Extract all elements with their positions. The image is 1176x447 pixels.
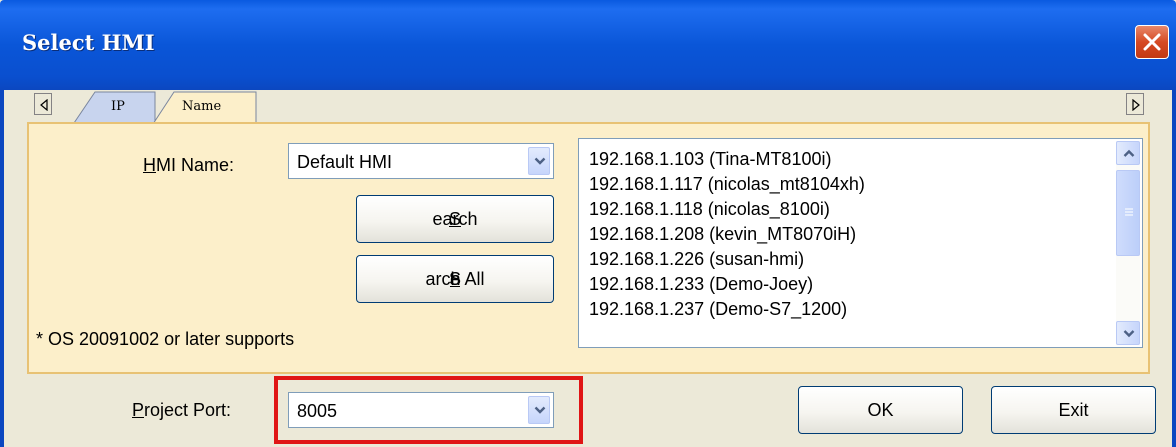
close-button[interactable]: [1135, 25, 1169, 59]
hmi-name-value: Default HMI: [297, 152, 393, 172]
scroll-up-button[interactable]: [1116, 141, 1140, 165]
hmi-listbox[interactable]: 192.168.1.103 (Tina-MT8100i) 192.168.1.11…: [578, 138, 1143, 348]
tab-scroll-right-button[interactable]: [1126, 93, 1144, 115]
project-port-highlight-box: [274, 376, 583, 444]
vertical-scrollbar[interactable]: [1116, 141, 1140, 345]
tab-name[interactable]: Name: [152, 90, 258, 124]
search-button[interactable]: Search: [356, 195, 554, 243]
tab-name-label: Name: [182, 99, 222, 114]
chevron-down-icon: [1123, 330, 1135, 338]
window-frame-right: [1172, 90, 1176, 447]
window-title: Select HMI: [22, 30, 155, 55]
list-item[interactable]: 192.168.1.118 (nicolas_8100i): [589, 197, 865, 222]
chevron-down-icon: [534, 157, 546, 165]
triangle-left-icon: [40, 99, 48, 111]
exit-button[interactable]: Exit: [991, 386, 1156, 434]
list-item[interactable]: 192.168.1.233 (Demo-Joey): [589, 272, 865, 297]
list-item[interactable]: 192.168.1.208 (kevin_MT8070iH): [589, 222, 865, 247]
scroll-down-button[interactable]: [1116, 321, 1140, 345]
tab-ip[interactable]: IP: [73, 90, 163, 123]
os-support-note: * OS 20091002 or later supports: [36, 329, 295, 349]
scroll-thumb[interactable]: [1116, 170, 1140, 256]
list-item[interactable]: 192.168.1.237 (Demo-S7_1200): [589, 297, 865, 322]
list-item[interactable]: 192.168.1.226 (susan-hmi): [589, 247, 865, 272]
search-all-button[interactable]: Se arch All: [356, 255, 554, 303]
hmi-name-combobox[interactable]: Default HMI: [288, 143, 554, 179]
tab-ip-label: IP: [111, 99, 125, 114]
list-item[interactable]: 192.168.1.103 (Tina-MT8100i): [589, 147, 865, 172]
project-port-label: Project Port:: [132, 400, 232, 420]
window-frame-left: [0, 90, 4, 447]
title-bar: Select HMI: [0, 0, 1176, 90]
close-icon: [1143, 33, 1161, 51]
grip-icon: [1125, 208, 1133, 216]
hmi-name-label: HMI Name:: [143, 155, 235, 175]
list-item[interactable]: 192.168.1.117 (nicolas_mt8104xh): [589, 172, 865, 197]
triangle-right-icon: [1132, 99, 1140, 111]
chevron-up-icon: [1123, 149, 1135, 157]
hmi-list: 192.168.1.103 (Tina-MT8100i) 192.168.1.11…: [589, 147, 865, 322]
tab-scroll-left-button[interactable]: [34, 93, 52, 115]
ok-button[interactable]: OK: [798, 386, 963, 434]
hmi-name-dropdown-button[interactable]: [528, 147, 550, 175]
